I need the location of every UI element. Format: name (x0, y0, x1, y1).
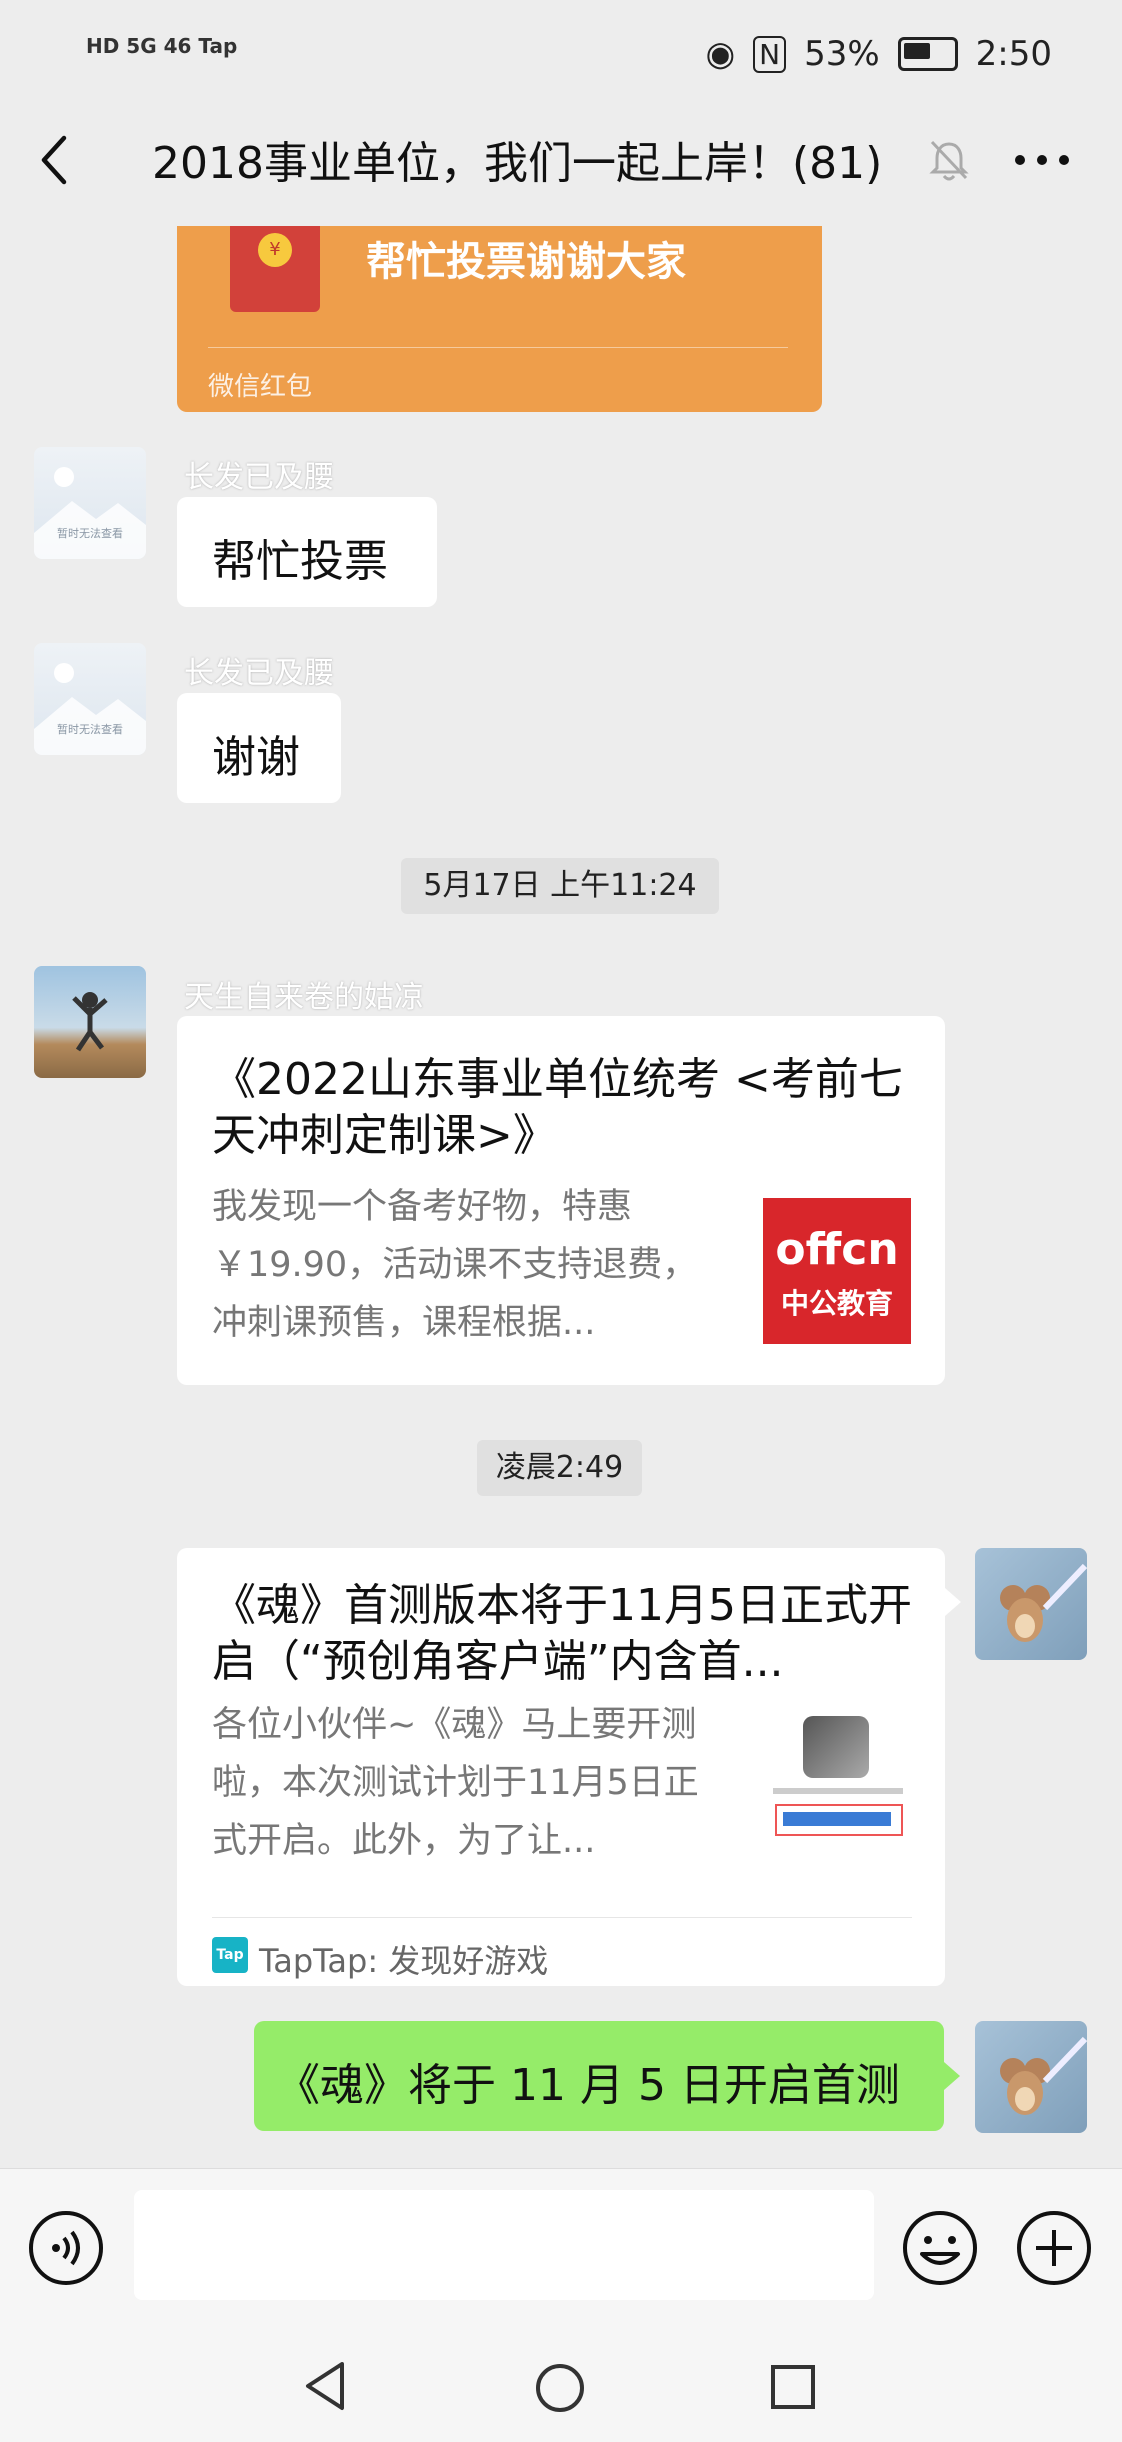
voice-input-icon[interactable] (26, 2208, 106, 2288)
link-card[interactable]: 《魂》首测版本将于11月5日正式开启（“预创角客户端”内含首... 各位小伙伴~… (177, 1548, 945, 1986)
avatar[interactable] (34, 966, 146, 1078)
card-source: TapTap: 发现好游戏 (259, 1942, 549, 1980)
avatar[interactable]: 暂时无法查看 (34, 643, 146, 755)
image-placeholder-icon (34, 467, 146, 559)
nav-back-icon[interactable] (302, 2360, 350, 2412)
message-bubble[interactable]: 帮忙投票 (177, 497, 437, 607)
sender-name: 长发已及腰 (184, 656, 334, 691)
emoji-icon[interactable] (900, 2208, 980, 2288)
divider (208, 347, 788, 348)
coin-icon: ¥ (258, 233, 292, 267)
cartoon-mouse-icon (1000, 2036, 1087, 2115)
more-options-icon[interactable] (1014, 154, 1070, 166)
timestamp: 5月17日 上午11:24 (401, 858, 719, 914)
my-avatar[interactable] (975, 2021, 1087, 2133)
image-placeholder-icon (34, 663, 146, 755)
battery-percent: 53% (804, 34, 880, 74)
card-title: 《2022山东事业单位统考 <考前七天冲刺定制课>》 (212, 1054, 903, 1161)
back-arrow-icon[interactable] (36, 130, 76, 190)
card-description: 各位小伙伴~《魂》马上要开测啦，本次测试计划于11月5日正式开启。此外，为了让.… (212, 1705, 699, 1861)
status-bar: HD 5G 46 Tap ◉ N 53% 2:50 (0, 0, 1122, 118)
my-avatar[interactable] (975, 1548, 1087, 1660)
battery-icon (897, 37, 958, 71)
taptap-icon: Tap (212, 1937, 248, 1973)
clock: 2:50 (975, 34, 1052, 74)
nfc-icon: N (753, 35, 787, 73)
offcn-logo: offcn 中公教育 (763, 1198, 911, 1344)
cartoon-mouse-icon (1000, 1563, 1087, 1642)
red-packet-message: 帮忙投票谢谢大家 (366, 239, 686, 285)
avatar[interactable]: 暂时无法查看 (34, 447, 146, 559)
nav-recents-icon[interactable] (770, 2364, 816, 2410)
bubble-tail (944, 2062, 960, 2090)
message-bubble[interactable]: 谢谢 (177, 693, 341, 803)
my-message-bubble[interactable]: 《魂》将于 11 月 5 日开启首测 (254, 2021, 944, 2131)
mute-bell-icon (929, 140, 969, 181)
card-title: 《魂》首测版本将于11月5日正式开启（“预创角客户端”内含首... (212, 1580, 912, 1687)
eye-icon: ◉ (705, 34, 736, 74)
nav-home-icon[interactable] (534, 2362, 586, 2414)
link-card[interactable]: 《2022山东事业单位统考 <考前七天冲刺定制课>》 我发现一个备考好物，特惠￥… (177, 1016, 945, 1385)
person-photo-icon (72, 992, 108, 1052)
red-packet-label: 微信红包 (208, 372, 313, 402)
message-input[interactable] (134, 2190, 874, 2300)
divider (212, 1917, 912, 1918)
chat-title: 2018事业单位，我们一起上岸！(81) (152, 138, 883, 189)
signal-indicators: HD 5G 46 Tap (86, 34, 238, 58)
card-description: 我发现一个备考好物，特惠￥19.90，活动课不支持退费，冲刺课预售，课程根据..… (212, 1187, 698, 1343)
bubble-tail (945, 1588, 961, 1616)
game-thumbnail (763, 1708, 911, 1856)
timestamp: 凌晨2:49 (477, 1440, 642, 1496)
sender-name: 长发已及腰 (184, 460, 334, 495)
sender-name: 天生自来卷的姑凉 (184, 980, 424, 1015)
add-more-icon[interactable] (1014, 2208, 1094, 2288)
